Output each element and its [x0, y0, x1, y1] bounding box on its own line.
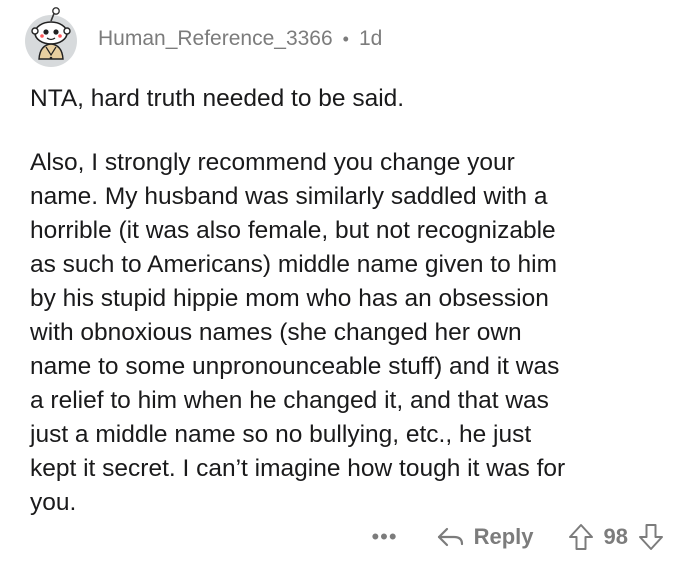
comment-body: NTA, hard truth needed to be said. Also,… [30, 82, 680, 520]
comment-paragraph: NTA, hard truth needed to be said. [30, 85, 405, 112]
comment-meta: Human_Reference_3366 • 1d [98, 27, 382, 51]
avatar[interactable] [20, 7, 82, 69]
comment-header: Human_Reference_3366 • 1d [20, 0, 382, 76]
meta-separator: • [342, 28, 349, 49]
comment: Human_Reference_3366 • 1d NTA, hard trut… [0, 0, 700, 567]
downvote-button[interactable] [638, 523, 664, 551]
reply-label: Reply [473, 524, 534, 549]
upvote-arrow-icon [568, 524, 593, 550]
comment-paragraph: Also, I strongly recommend you change yo… [30, 149, 566, 516]
vote-controls: 98 [568, 523, 664, 551]
reply-button[interactable]: Reply [436, 524, 534, 550]
username-link[interactable]: Human_Reference_3366 [98, 27, 333, 51]
more-options-button[interactable]: ••• [371, 524, 397, 550]
upvote-button[interactable] [568, 523, 594, 551]
reply-arrow-icon [437, 527, 463, 547]
comment-age: 1d [358, 27, 383, 50]
more-options-icon: ••• [371, 524, 398, 549]
vote-score: 98 [603, 524, 628, 549]
snoo-avatar-icon [25, 7, 77, 67]
comment-actions: ••• Reply 98 [371, 517, 664, 557]
downvote-arrow-icon [639, 524, 663, 550]
